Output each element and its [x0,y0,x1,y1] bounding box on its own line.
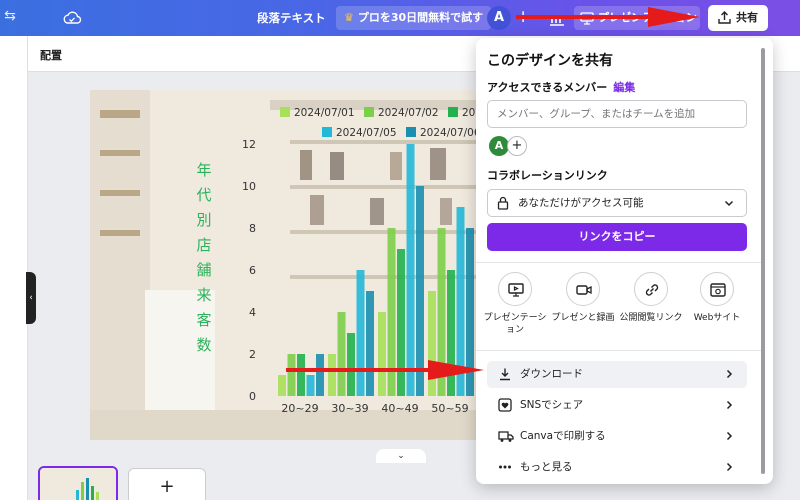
annotation-overlay [286,7,700,380]
annotation-arrowhead-top [648,7,700,27]
annotation-arrowhead-bottom [428,360,484,380]
